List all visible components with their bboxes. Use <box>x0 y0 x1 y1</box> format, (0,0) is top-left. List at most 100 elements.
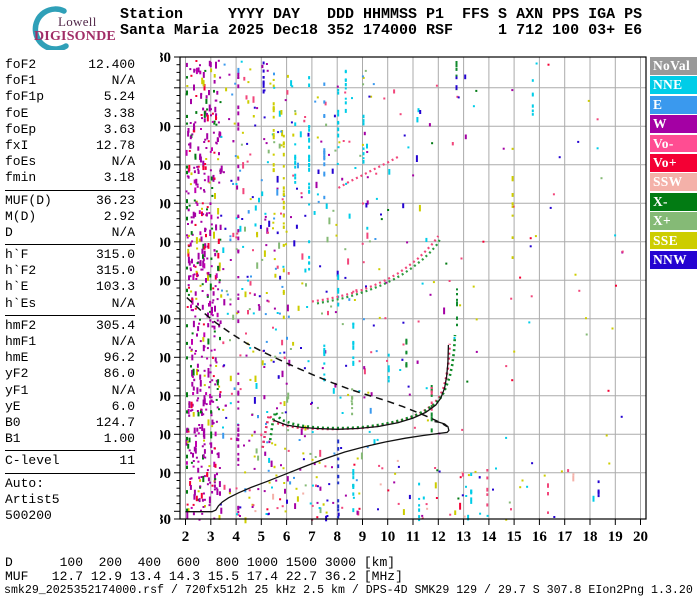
svg-text:80: 80 <box>160 512 171 528</box>
param-label: fmin <box>5 170 36 186</box>
param-row: B1 1.00 <box>5 431 135 447</box>
legend-item-noval: NoVal <box>650 57 697 75</box>
param-label: foF1 <box>5 73 36 89</box>
svg-text:20: 20 <box>633 529 648 545</box>
param-row: M(D) 2.92 <box>5 209 135 225</box>
param-value: 96.2 <box>104 350 135 366</box>
param-label: D <box>5 225 13 241</box>
svg-text:300: 300 <box>160 427 171 443</box>
param-label: M(D) <box>5 209 36 225</box>
param-row: foEp 3.63 <box>5 122 135 138</box>
param-label: h`F <box>5 247 28 263</box>
separator <box>5 450 135 451</box>
param-label: yF2 <box>5 366 28 382</box>
param-row: foF2 12.400 <box>5 57 135 73</box>
param-row: foF1p5.24 <box>5 89 135 105</box>
param-label: h`Es <box>5 296 36 312</box>
param-value: 11 <box>119 453 135 469</box>
status-line: smk29_2025352174000.rsf / 720fx512h 25 k… <box>4 585 693 597</box>
param-value: N/A <box>112 225 135 241</box>
param-label: B0 <box>5 415 21 431</box>
param-label: B1 <box>5 431 21 447</box>
header-field-names: Station YYYY DAY DDD HHMMSS P1 FFS S AXN… <box>120 7 642 23</box>
param-group-peak-heights: hmF2305.4hmF1N/AhmE96.2yF286.0yF1N/AyE6.… <box>5 318 135 448</box>
param-label: foE <box>5 106 28 122</box>
param-value: 5.24 <box>104 89 135 105</box>
param-value: 36.23 <box>96 193 135 209</box>
param-group-virtual-heights: h`F 315.0h`F2315.0h`E103.3h`Es N/A <box>5 247 135 312</box>
svg-text:18: 18 <box>583 529 598 545</box>
param-value: 305.4 <box>96 318 135 334</box>
legend-item-vo: Vo+ <box>650 154 697 172</box>
logo-digisonde-text: DIGISONDE <box>34 29 116 45</box>
param-row: yF286.0 <box>5 366 135 382</box>
svg-text:10: 10 <box>380 529 395 545</box>
second-hop-omode <box>312 236 438 302</box>
param-group-confidence: C-level11 <box>5 453 135 469</box>
param-value: N/A <box>112 154 135 170</box>
distance-row: D 100 200 400 600 800 1000 1500 3000 [km… <box>5 556 395 570</box>
autoscaling-info: Auto:Artist5500200 <box>5 476 135 525</box>
svg-text:500: 500 <box>160 350 171 366</box>
param-value: 6.0 <box>112 399 135 415</box>
param-row: fmin 3.18 <box>5 170 135 186</box>
param-row: fxI12.78 <box>5 138 135 154</box>
param-row: yF1N/A <box>5 383 135 399</box>
param-value: 315.0 <box>96 263 135 279</box>
param-row: D N/A <box>5 225 135 241</box>
muf-row: MUF 12.7 12.9 13.4 14.3 15.5 17.4 22.7 3… <box>5 570 403 584</box>
ionogram-plot: 1280110010009008007006005004003002008023… <box>160 50 665 550</box>
param-label: foF2 <box>5 57 36 73</box>
legend-item-nnw: NNW <box>650 251 697 269</box>
param-row: h`F 315.0 <box>5 247 135 263</box>
param-row: MUF(D) 36.23 <box>5 193 135 209</box>
param-label: MUF(D) <box>5 193 52 209</box>
param-value: N/A <box>112 296 135 312</box>
param-value: 2.92 <box>104 209 135 225</box>
second-hop-xmode <box>317 238 441 303</box>
svg-text:800: 800 <box>160 235 171 251</box>
legend-item-sse: SSE <box>650 232 697 250</box>
svg-text:200: 200 <box>160 466 171 482</box>
ionogram-page: Lowell DIGISONDE Station YYYY DAY DDD HH… <box>0 0 700 600</box>
svg-text:900: 900 <box>160 196 171 212</box>
svg-text:6: 6 <box>283 529 291 545</box>
svg-text:13: 13 <box>456 529 471 545</box>
param-value: 12.400 <box>88 57 135 73</box>
svg-text:1000: 1000 <box>160 158 171 174</box>
param-row: hmE96.2 <box>5 350 135 366</box>
param-label: yF1 <box>5 383 28 399</box>
svg-text:4: 4 <box>232 529 240 545</box>
svg-text:600: 600 <box>160 312 171 328</box>
param-value: 1.00 <box>104 431 135 447</box>
svg-text:700: 700 <box>160 273 171 289</box>
svg-text:9: 9 <box>359 529 367 545</box>
svg-text:2: 2 <box>182 529 190 545</box>
param-value: N/A <box>112 334 135 350</box>
param-value: 3.18 <box>104 170 135 186</box>
svg-text:400: 400 <box>160 389 171 405</box>
svg-text:11: 11 <box>406 529 420 545</box>
param-row: foE 3.38 <box>5 106 135 122</box>
param-value: 3.38 <box>104 106 135 122</box>
param-value: 315.0 <box>96 247 135 263</box>
param-label: foEp <box>5 122 36 138</box>
svg-text:8: 8 <box>333 529 341 545</box>
auto-info-line: 500200 <box>5 508 135 524</box>
svg-text:16: 16 <box>532 529 548 545</box>
svg-text:15: 15 <box>507 529 522 545</box>
param-row: h`E103.3 <box>5 279 135 295</box>
param-row: hmF1N/A <box>5 334 135 350</box>
svg-text:1280: 1280 <box>160 50 171 66</box>
legend-item-ssw: SSW <box>650 173 697 191</box>
param-value: 103.3 <box>96 279 135 295</box>
separator <box>5 244 135 245</box>
param-value: 3.63 <box>104 122 135 138</box>
param-value: 124.7 <box>96 415 135 431</box>
svg-text:14: 14 <box>481 529 497 545</box>
param-row: C-level11 <box>5 453 135 469</box>
param-row: yE6.0 <box>5 399 135 415</box>
param-row: foEsN/A <box>5 154 135 170</box>
param-row: h`F2315.0 <box>5 263 135 279</box>
svg-text:5: 5 <box>258 529 266 545</box>
